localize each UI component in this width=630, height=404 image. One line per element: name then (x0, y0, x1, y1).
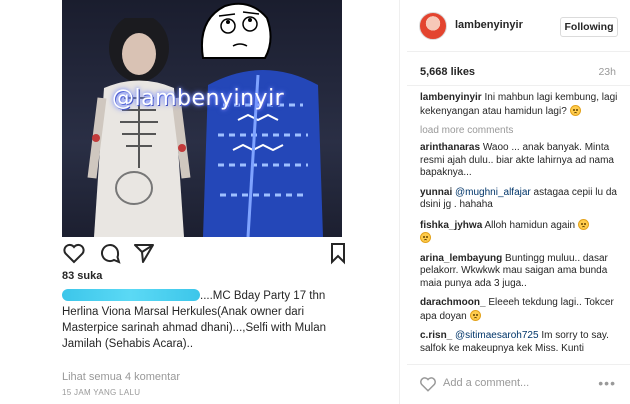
following-button[interactable]: Following (560, 17, 618, 37)
post-like-count[interactable]: 83 suka (62, 270, 102, 282)
comment-username[interactable]: c.risn_ (420, 330, 452, 341)
comments-list: lambenyinyir Ini mahbun lagi kembung, la… (420, 92, 620, 362)
list-item: yunnai @mughni_alfajar astagaa cepii lu … (420, 187, 620, 212)
post-time: 23h (598, 66, 616, 78)
more-options-icon[interactable]: ••• (598, 375, 616, 391)
emoji-icon (420, 232, 431, 243)
comment-text: Alloh hamidun again (484, 219, 576, 231)
emoji-icon (469, 309, 481, 321)
post-caption: ....MC Bday Party 17 thn Herlina Viona M… (62, 288, 362, 352)
comment-mention[interactable]: @mughni_alfajar (455, 187, 531, 198)
heart-icon[interactable] (62, 241, 86, 265)
caption-line-2: Herlina Viona Marsal Herkules(Anak owner… (62, 306, 305, 318)
post-photo[interactable]: @lambenyinyir (62, 0, 342, 237)
header-username[interactable]: lambenyinyir (455, 19, 523, 31)
post-detail-panel: lambenyinyir Following 5,668 likes 23h l… (407, 0, 630, 404)
comment-username[interactable]: arinthanaras (420, 142, 480, 153)
comment-username[interactable]: lambenyinyir (420, 92, 482, 103)
caption-line-4: Jamilah (Sehabis Acara).. (62, 338, 194, 350)
meme-face-sticker (201, 2, 272, 59)
caption-line-1: ....MC Bday Party 17 thn (200, 290, 326, 302)
list-item: darachmoon_ Eleeeh tekdung lagi.. Tokcer… (420, 297, 620, 323)
photo-watermark: @lambenyinyir (112, 86, 285, 111)
avatar[interactable] (419, 12, 447, 40)
likes-count[interactable]: 5,668 likes (420, 66, 475, 78)
view-all-comments-link[interactable]: Lihat semua 4 komentar (62, 371, 180, 383)
load-more-comments-link[interactable]: load more comments (420, 125, 620, 136)
caption-comment: lambenyinyir Ini mahbun lagi kembung, la… (420, 92, 620, 118)
add-comment-input[interactable]: Add a comment... (443, 377, 529, 389)
emoji-icon (577, 218, 589, 230)
caption-line-3: Masterpice sarinah ahmad dhani)...,Selfi… (62, 322, 326, 334)
comment-username[interactable]: fishka_jyhwa (420, 220, 482, 231)
comment-username[interactable]: darachmoon_ (420, 297, 486, 308)
post-header: lambenyinyir Following (407, 0, 630, 52)
comment-username[interactable]: arina_lembayung (420, 253, 502, 264)
list-item: fishka_jyhwa Alloh hamidun again (420, 218, 620, 246)
post-media-panel: @lambenyinyir 83 suka ....MC Bday Party … (0, 0, 400, 404)
post-actions-bar (62, 240, 345, 266)
heart-icon[interactable] (419, 375, 437, 393)
list-item: c.risn_ @sitimaesaroh725 Im sorry to say… (420, 330, 620, 355)
list-item: arina_lembayung Buntingg muluu.. dasar p… (420, 253, 620, 291)
bookmark-icon[interactable] (326, 241, 350, 265)
photo-woman-figure (87, 18, 191, 237)
post-stats: 5,668 likes 23h (407, 52, 630, 86)
post-timestamp: 15 JAM YANG LALU (62, 388, 141, 397)
comment-mention[interactable]: @sitimaesaroh725 (455, 330, 539, 341)
emoji-icon (569, 104, 581, 116)
blurred-username (62, 289, 200, 301)
comment-icon[interactable] (98, 241, 122, 265)
list-item: arinthanaras Waoo ... anak banyak. Minta… (420, 142, 620, 180)
share-icon[interactable] (132, 241, 156, 265)
comment-username[interactable]: yunnai (420, 187, 452, 198)
add-comment-row: Add a comment... ••• (407, 364, 630, 404)
photo-man-figure (203, 70, 323, 237)
